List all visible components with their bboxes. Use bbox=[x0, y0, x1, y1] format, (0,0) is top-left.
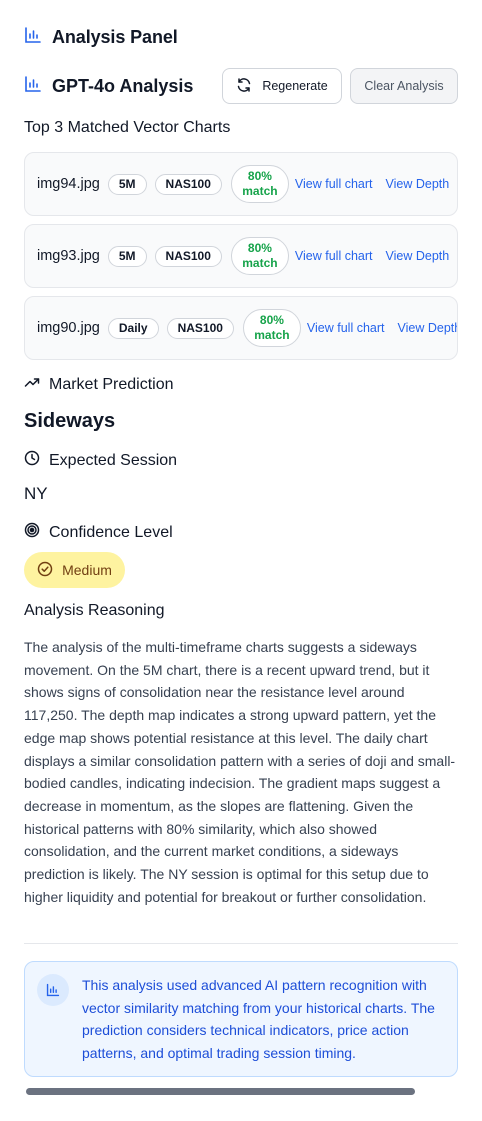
match-word: match bbox=[242, 184, 278, 198]
trending-up-icon bbox=[24, 374, 40, 395]
bar-chart-icon bbox=[37, 974, 69, 1006]
market-prediction-label: Market Prediction bbox=[49, 375, 174, 393]
view-full-chart-link[interactable]: View full chart bbox=[307, 321, 385, 335]
clock-icon bbox=[24, 450, 40, 471]
matched-chart-card: img94.jpg 5M NAS100 80% match View full … bbox=[24, 152, 458, 216]
view-full-chart-link[interactable]: View full chart bbox=[295, 249, 373, 263]
matched-chart-card: img93.jpg 5M NAS100 80% match View full … bbox=[24, 224, 458, 288]
info-callout-text: This analysis used advanced AI pattern r… bbox=[82, 977, 435, 1061]
match-percent: 80% bbox=[247, 241, 272, 255]
confidence-badge: Medium bbox=[24, 552, 125, 588]
refresh-icon bbox=[236, 77, 252, 96]
match-badge: 80% match bbox=[230, 165, 289, 203]
chart-filename: img93.jpg bbox=[37, 248, 100, 264]
match-badge: 80% match bbox=[242, 309, 301, 347]
match-percent: 80% bbox=[247, 169, 272, 183]
match-percent: 80% bbox=[259, 313, 284, 327]
market-prediction-heading: Market Prediction bbox=[24, 374, 174, 395]
symbol-badge: NAS100 bbox=[166, 317, 234, 339]
match-word: match bbox=[254, 328, 290, 342]
symbol-badge: NAS100 bbox=[154, 245, 222, 267]
divider bbox=[24, 943, 458, 944]
analysis-reasoning-title: Analysis Reasoning bbox=[24, 602, 165, 619]
panel-title: Analysis Panel bbox=[52, 27, 178, 47]
regenerate-button[interactable]: Regenerate bbox=[222, 68, 342, 104]
matched-charts-title: Top 3 Matched Vector Charts bbox=[24, 119, 231, 136]
regenerate-label: Regenerate bbox=[262, 79, 328, 93]
match-word: match bbox=[242, 256, 278, 270]
analysis-toolbar: GPT-4o Analysis Regenerate Clear Analysi… bbox=[24, 68, 458, 104]
panel-header: Analysis Panel bbox=[24, 26, 178, 49]
info-callout: This analysis used advanced AI pattern r… bbox=[24, 961, 458, 1077]
horizontal-scrollbar[interactable] bbox=[26, 1088, 415, 1095]
confidence-heading: Confidence Level bbox=[24, 522, 173, 543]
view-depth-link[interactable]: View Depth bbox=[398, 321, 457, 335]
timeframe-badge: Daily bbox=[107, 317, 159, 339]
clear-analysis-button[interactable]: Clear Analysis bbox=[350, 68, 458, 104]
matched-chart-card: img90.jpg Daily NAS100 80% match View fu… bbox=[24, 296, 458, 360]
expected-session-label: Expected Session bbox=[49, 451, 178, 469]
chart-filename: img94.jpg bbox=[37, 176, 100, 192]
view-depth-link[interactable]: View Depth bbox=[386, 249, 450, 263]
symbol-badge: NAS100 bbox=[154, 173, 222, 195]
confidence-label: Confidence Level bbox=[49, 523, 173, 541]
confidence-value: Medium bbox=[62, 562, 112, 578]
view-full-chart-link[interactable]: View full chart bbox=[295, 177, 373, 191]
analysis-reasoning-text: The analysis of the multi-timeframe char… bbox=[24, 639, 456, 905]
match-badge: 80% match bbox=[230, 237, 289, 275]
target-icon bbox=[24, 522, 40, 543]
bar-chart-icon bbox=[24, 26, 42, 49]
check-circle-icon bbox=[37, 561, 53, 580]
market-prediction-value: Sideways bbox=[24, 410, 116, 432]
expected-session-value: NY bbox=[24, 484, 48, 503]
analysis-title: GPT-4o Analysis bbox=[52, 75, 194, 96]
expected-session-heading: Expected Session bbox=[24, 450, 177, 471]
view-depth-link[interactable]: View Depth bbox=[386, 177, 450, 191]
timeframe-badge: 5M bbox=[107, 173, 147, 195]
timeframe-badge: 5M bbox=[107, 245, 147, 267]
chart-filename: img90.jpg bbox=[37, 320, 100, 336]
bar-chart-icon bbox=[24, 75, 42, 98]
